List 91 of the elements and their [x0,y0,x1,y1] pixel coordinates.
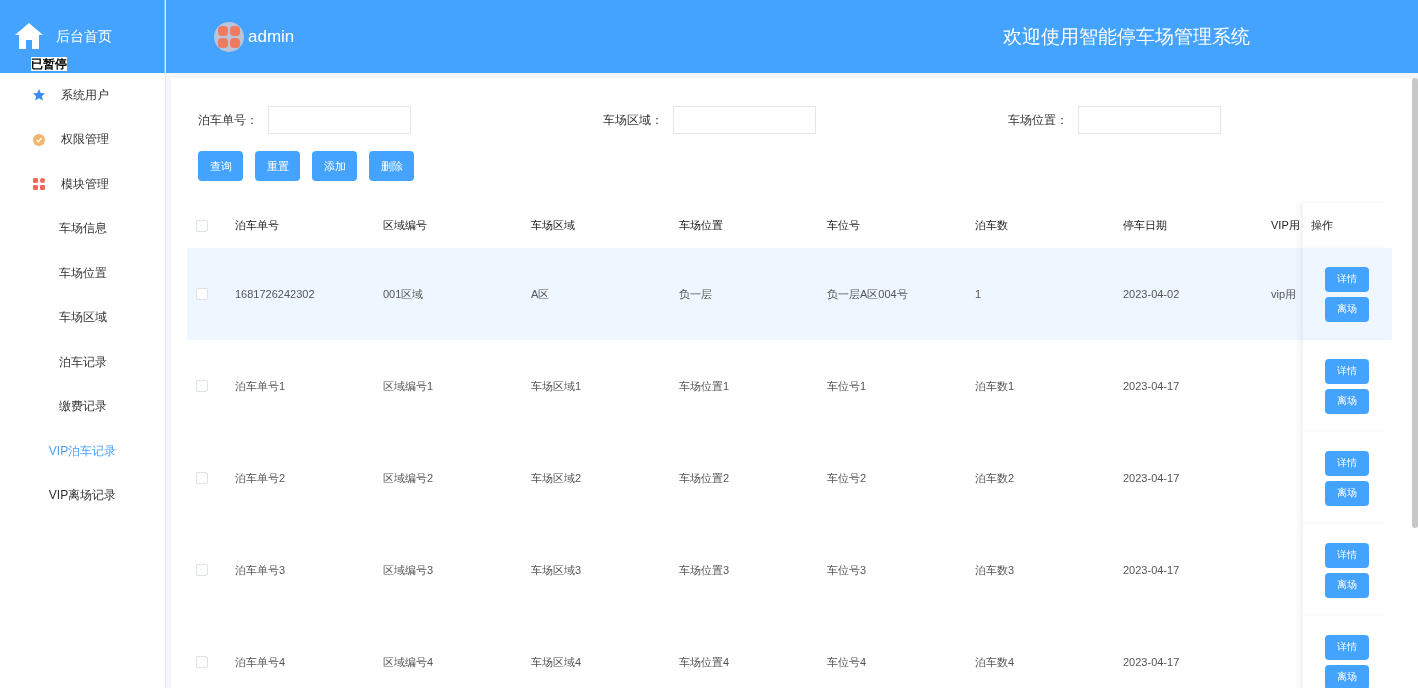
star-icon [32,88,46,103]
column-header: 操作 [1303,203,1391,248]
column-header: 泊车数 [975,218,1009,233]
field-label: 车场区域： [603,111,664,129]
menu-item[interactable]: 模块管理 [0,162,165,207]
row-action-button[interactable]: 离场 [1325,296,1369,322]
table-cell-text: 车位号2 [827,470,868,486]
table-cell-text: 车位号4 [827,654,868,670]
row-checkbox[interactable] [196,472,208,484]
table-cell-text: 车场位置4 [679,654,731,670]
table-cell-text: 区域编号1 [383,378,435,394]
row-action-button[interactable]: 离场 [1325,664,1369,688]
menu-item[interactable]: 车场信息 [0,206,165,251]
menu-item[interactable]: 系统用户 [0,73,165,118]
table-cell-text: 泊车单号3 [235,562,287,578]
menu-item[interactable]: 泊车记录 [0,340,165,385]
table-cell-text: 2023-04-02 [1123,288,1181,300]
field-label: 车场位置： [1008,111,1069,129]
table-cell-text: 2023-04-17 [1123,656,1181,668]
system-title: 欢迎使用智能停车场管理系统 [1003,24,1250,49]
row-action-button[interactable]: 详情 [1325,542,1369,568]
menu-item[interactable]: 车场位置 [0,251,165,296]
column-header: 停车日期 [1123,218,1168,233]
row-action-button[interactable]: 详情 [1325,266,1369,292]
action-button[interactable]: 添加 [312,151,357,181]
row-checkbox[interactable] [196,380,208,392]
table-cell-text: 001区域 [383,286,425,302]
menu-item[interactable]: 车场区域 [0,295,165,340]
row-checkbox[interactable] [196,564,208,576]
home-icon[interactable] [14,21,44,50]
table-cell-text: 泊车数2 [975,470,1016,486]
table-cell-text: 负一层A区004号 [827,286,909,302]
column-header: 车场区域 [531,218,576,233]
row-action-button[interactable]: 详情 [1325,450,1369,476]
table-cell-text: 泊车单号4 [235,654,287,670]
column-header: 泊车单号 [235,218,280,233]
table-cell-text: 1681726242302 [235,288,316,300]
table-cell-text: 2023-04-17 [1123,380,1181,392]
paused-label: 已暂停 [31,57,67,71]
table-cell-text: 泊车单号1 [235,378,287,394]
table-cell-text: 车场区域4 [531,654,583,670]
table-cell-text: 2023-04-17 [1123,564,1181,576]
table-cell-text: 车场位置2 [679,470,731,486]
table-cell-text: vip用 [1271,286,1298,302]
table-cell-text: 车位号1 [827,378,868,394]
table-cell-text: 车场位置1 [679,378,731,394]
column-header: 车场位置 [679,218,724,233]
input-field[interactable] [673,106,816,134]
action-button[interactable]: 查询 [198,151,243,181]
input-field[interactable] [268,106,411,134]
column-header: VIP用 [1271,218,1301,233]
table-cell-text: 泊车数4 [975,654,1016,670]
menu-item[interactable]: VIP泊车记录 [0,429,165,474]
field-label: 泊车单号： [198,111,259,129]
avatar-icon[interactable] [214,21,244,52]
table-cell-text: 区域编号4 [383,654,435,670]
table-cell-text: 车场区域3 [531,562,583,578]
table-cell-text: 泊车数1 [975,378,1016,394]
scrollbar[interactable] [1412,78,1418,528]
table-cell-text: 车场位置3 [679,562,731,578]
menu-item[interactable]: 缴费记录 [0,384,165,429]
table-cell-text: 负一层 [679,286,713,302]
table-cell-text: 车场区域2 [531,470,583,486]
select-all-checkbox[interactable] [196,219,208,232]
table-cell-text: 车场区域1 [531,378,583,394]
input-field[interactable] [1078,106,1221,134]
row-checkbox[interactable] [196,656,208,668]
table-cell-text: 区域编号3 [383,562,435,578]
table-cell-text: 区域编号2 [383,470,435,486]
action-button[interactable]: 删除 [369,151,414,181]
table-cell-text: A区 [531,286,551,302]
row-action-button[interactable]: 离场 [1325,480,1369,506]
column-header: 区域编号 [383,218,428,233]
menu-item[interactable]: 权限管理 [0,117,165,162]
menu-item[interactable]: VIP离场记录 [0,473,165,518]
user-name[interactable]: admin [248,26,295,47]
table-cell-text: 车位号3 [827,562,868,578]
row-action-button[interactable]: 离场 [1325,388,1369,414]
badge-icon [32,132,46,147]
row-action-button[interactable]: 离场 [1325,572,1369,598]
table-cell-text: 1 [975,288,983,300]
table-cell-text: 泊车单号2 [235,470,287,486]
row-action-button[interactable]: 详情 [1325,358,1369,384]
table-cell-text: 泊车数3 [975,562,1016,578]
column-header: 车位号 [827,218,861,233]
grid-icon [32,177,46,192]
home-link[interactable]: 后台首页 [56,27,112,46]
row-checkbox[interactable] [196,288,208,300]
action-button[interactable]: 重置 [255,151,300,181]
table-cell-text: 2023-04-17 [1123,472,1181,484]
row-action-button[interactable]: 详情 [1325,634,1369,660]
